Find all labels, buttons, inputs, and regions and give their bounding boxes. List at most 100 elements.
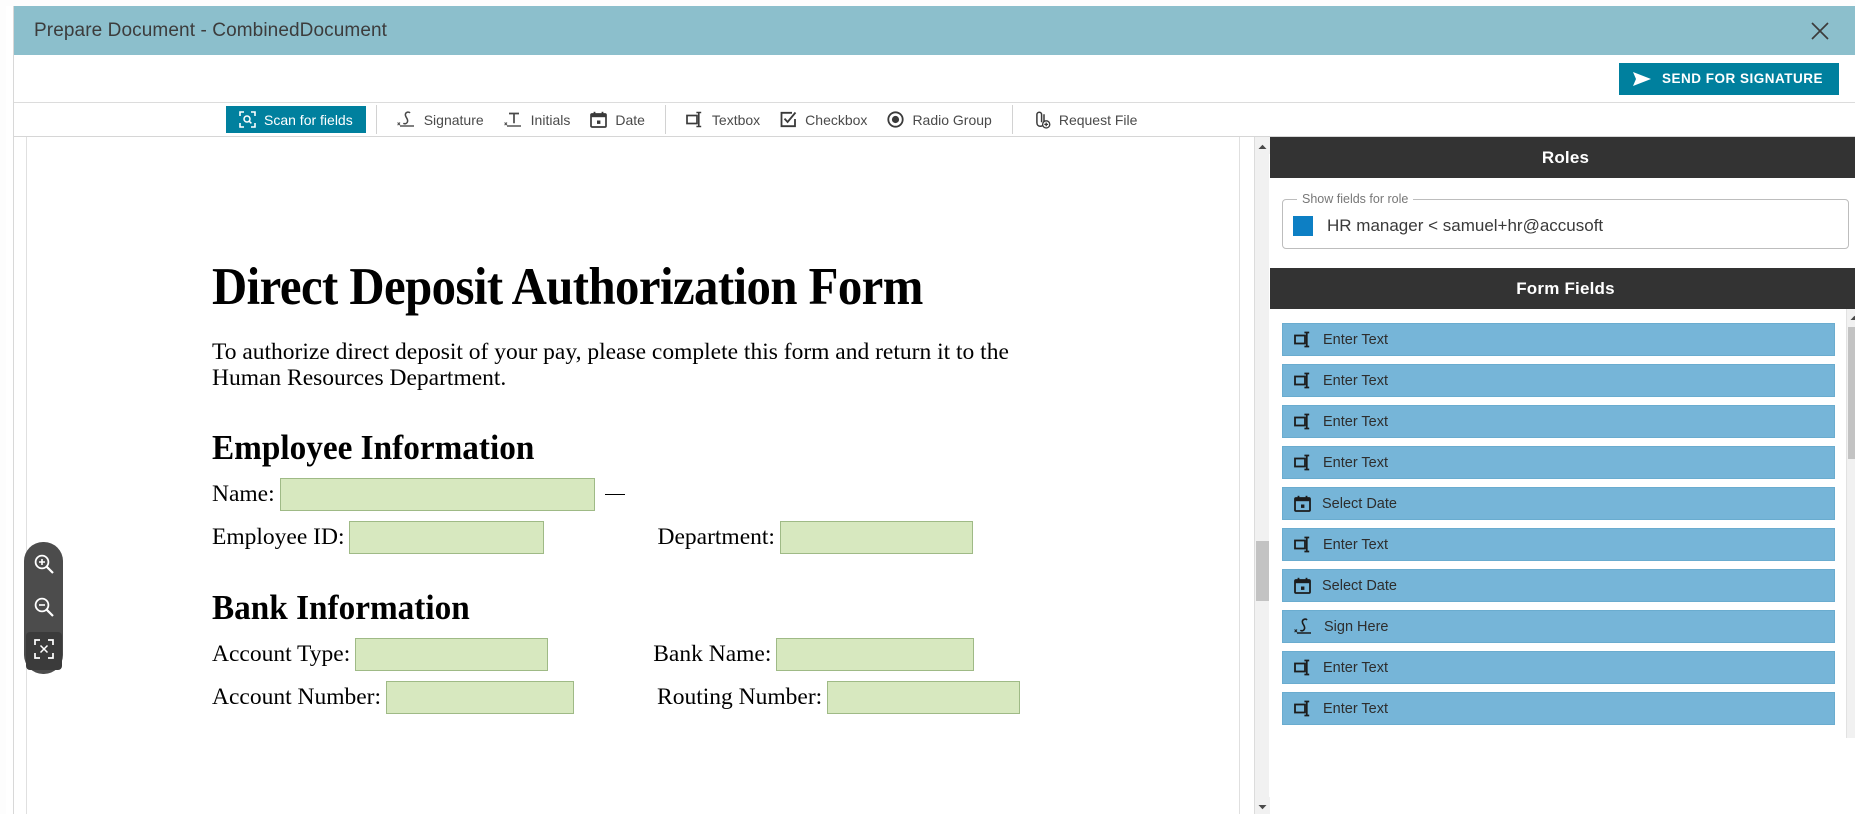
textbox-icon bbox=[1294, 536, 1312, 553]
checkbox-icon bbox=[780, 111, 797, 128]
field-group-bank-name: Bank Name: bbox=[653, 637, 975, 671]
section-heading-employee-information: Employee Information bbox=[212, 427, 535, 467]
tool-signature[interactable]: Signature bbox=[387, 106, 494, 133]
tool-label: Checkbox bbox=[805, 111, 868, 128]
calendar-icon bbox=[1294, 495, 1311, 512]
document-intro-paragraph: To authorize direct deposit of your pay,… bbox=[212, 339, 1009, 392]
field-label: Account Type: bbox=[212, 640, 351, 667]
role-select[interactable]: HR manager < samuel+hr@accusoft bbox=[1293, 212, 1838, 240]
form-field-item-label: Enter Text bbox=[1323, 372, 1389, 389]
field-group-account-type: Account Type: bbox=[212, 637, 549, 671]
zoom-in-button[interactable] bbox=[24, 546, 63, 587]
document-scroll-thumb[interactable] bbox=[1256, 541, 1269, 601]
document-field-bank-name[interactable] bbox=[776, 637, 975, 671]
prepare-document-app: Prepare Document - CombinedDocument SEND… bbox=[0, 0, 1855, 814]
form-field-item[interactable]: Enter Text bbox=[1282, 446, 1835, 479]
zoom-out-button[interactable] bbox=[24, 589, 63, 630]
calendar-icon bbox=[1294, 577, 1311, 594]
close-button[interactable] bbox=[1793, 6, 1847, 55]
form-field-item-label: Enter Text bbox=[1323, 700, 1389, 717]
right-panel: Roles Show fields for role HR manager < … bbox=[1270, 137, 1855, 814]
form-row: Employee ID: Department: bbox=[212, 520, 1239, 554]
tool-label: Initials bbox=[530, 111, 571, 128]
form-field-item[interactable]: Enter Text bbox=[1282, 405, 1835, 438]
section-heading-bank-information: Bank Information bbox=[212, 587, 470, 627]
form-field-item[interactable]: Enter Text bbox=[1282, 364, 1835, 397]
fields-scroll-up-button[interactable] bbox=[1847, 309, 1855, 325]
fit-page-button[interactable] bbox=[25, 632, 62, 670]
form-fields-scrollbar[interactable] bbox=[1846, 309, 1855, 738]
document-viewport[interactable]: Direct Deposit Authorization Form To aut… bbox=[14, 137, 1262, 814]
field-underline-stub bbox=[604, 493, 625, 495]
tool-radio-group[interactable]: Radio Group bbox=[877, 106, 1001, 133]
form-field-item-label: Enter Text bbox=[1323, 413, 1389, 430]
field-label: Employee ID: bbox=[212, 523, 345, 550]
tool-label: Radio Group bbox=[912, 111, 992, 128]
tool-checkbox[interactable]: Checkbox bbox=[770, 106, 877, 133]
role-color-swatch bbox=[1293, 216, 1313, 236]
document-field-department[interactable] bbox=[779, 520, 973, 554]
form-row: Name: bbox=[212, 477, 1239, 511]
form-row: Account Number: Routing Number: bbox=[212, 680, 1239, 714]
field-label: Account Number: bbox=[212, 683, 382, 710]
field-group-account-number: Account Number: bbox=[212, 680, 575, 714]
field-label: Department: bbox=[657, 523, 775, 550]
form-field-item[interactable]: Enter Text bbox=[1282, 528, 1835, 561]
form-field-item[interactable]: Enter Text bbox=[1282, 651, 1835, 684]
document-field-name[interactable] bbox=[279, 477, 595, 511]
form-field-item[interactable]: Sign Here bbox=[1282, 610, 1835, 643]
field-group-routing-number: Routing Number: bbox=[657, 680, 1021, 714]
tool-request-file[interactable]: Request File bbox=[1023, 106, 1148, 133]
tool-initials[interactable]: Initials bbox=[494, 106, 581, 133]
action-bar: SEND FOR SIGNATURE bbox=[14, 55, 1855, 102]
textbox-icon bbox=[1294, 413, 1312, 430]
document-scrollbar[interactable] bbox=[1254, 137, 1270, 814]
form-row: Account Type: Bank Name: bbox=[212, 637, 1239, 671]
window-title-bar: Prepare Document - CombinedDocument bbox=[14, 6, 1855, 55]
tool-label: Scan for fields bbox=[264, 111, 353, 128]
tool-group-scan: Scan for fields bbox=[226, 102, 366, 137]
fields-scroll-thumb[interactable] bbox=[1848, 327, 1855, 459]
tool-label: Request File bbox=[1058, 111, 1138, 128]
tool-scan-for-fields[interactable]: Scan for fields bbox=[226, 106, 366, 133]
scroll-up-button[interactable] bbox=[1255, 137, 1270, 154]
magnifier-plus-icon bbox=[33, 553, 55, 580]
scroll-down-button[interactable] bbox=[1255, 797, 1270, 814]
window-title: Prepare Document - CombinedDocument bbox=[34, 19, 388, 41]
tool-date[interactable]: Date bbox=[580, 106, 655, 133]
form-field-item[interactable]: Enter Text bbox=[1282, 323, 1835, 356]
textbox-icon bbox=[1294, 372, 1312, 389]
scan-fields-icon bbox=[239, 111, 256, 128]
tool-group-signing: Signature Initials Date bbox=[387, 102, 655, 137]
document-field-routing-number[interactable] bbox=[827, 680, 1021, 714]
document-field-account-type[interactable] bbox=[355, 637, 549, 671]
window-left-edge bbox=[6, 6, 14, 814]
chevron-up-icon bbox=[1850, 309, 1855, 326]
textbox-icon bbox=[1294, 331, 1312, 348]
document-field-employee-id[interactable] bbox=[349, 520, 545, 554]
close-icon bbox=[1810, 21, 1830, 41]
zoom-controls bbox=[24, 542, 63, 674]
send-for-signature-button[interactable]: SEND FOR SIGNATURE bbox=[1618, 62, 1839, 95]
form-field-item-label: Select Date bbox=[1322, 495, 1397, 512]
form-field-item-label: Enter Text bbox=[1323, 331, 1389, 348]
toolbar-divider bbox=[375, 105, 377, 134]
document-field-account-number[interactable] bbox=[386, 680, 575, 714]
field-label: Routing Number: bbox=[657, 683, 823, 710]
tool-textbox[interactable]: Textbox bbox=[676, 106, 770, 133]
radio-group-icon bbox=[887, 111, 905, 128]
chevron-down-icon bbox=[1258, 797, 1267, 814]
field-group-employee-id: Employee ID: bbox=[212, 520, 545, 554]
initials-icon bbox=[503, 111, 523, 128]
toolbar-divider bbox=[1011, 105, 1013, 134]
form-field-item[interactable]: Enter Text bbox=[1282, 692, 1835, 725]
field-label: Name: bbox=[212, 480, 275, 507]
roles-panel-header: Roles bbox=[1270, 137, 1855, 178]
field-group-name: Name: bbox=[212, 477, 625, 511]
form-field-item-label: Sign Here bbox=[1324, 618, 1389, 635]
form-field-item[interactable]: Select Date bbox=[1282, 569, 1835, 602]
calendar-icon bbox=[590, 111, 608, 128]
tool-group-file: Request File bbox=[1023, 102, 1148, 137]
form-field-item[interactable]: Select Date bbox=[1282, 487, 1835, 520]
fit-page-icon bbox=[33, 638, 54, 664]
